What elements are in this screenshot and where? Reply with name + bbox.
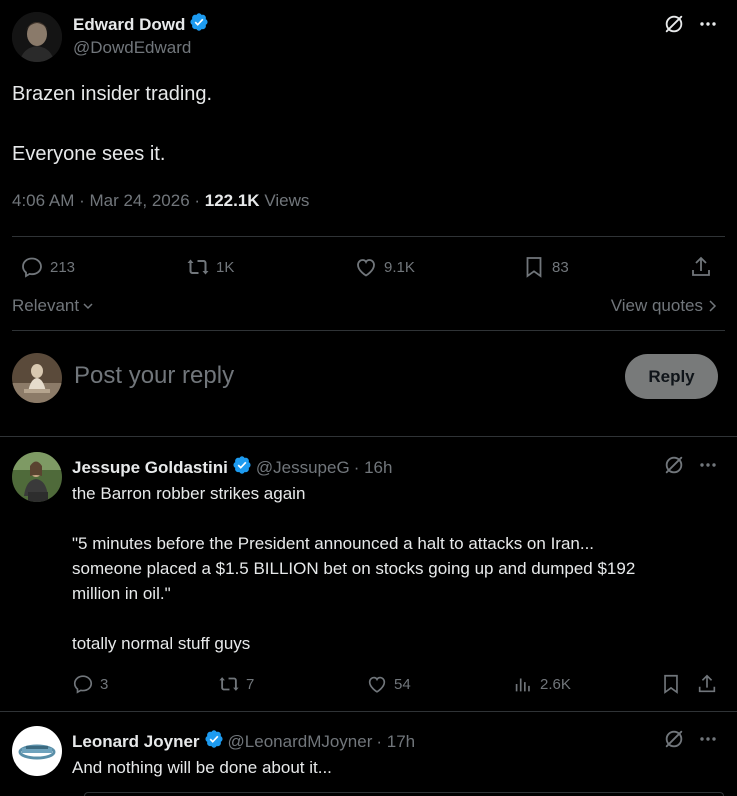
divider	[12, 330, 725, 331]
reply-avatar[interactable]	[12, 726, 62, 776]
reply-icon	[22, 257, 42, 278]
share-icon	[698, 674, 716, 693]
like-count: 9.1K	[384, 258, 415, 276]
bookmark-action[interactable]	[660, 673, 682, 695]
share-action[interactable]	[696, 673, 718, 695]
post-text-line-1: Brazen insider trading.	[12, 83, 213, 105]
post-text-line-2: Everyone sees it.	[12, 143, 166, 165]
heart-icon	[368, 676, 386, 693]
views-count: 122.1K	[204, 191, 260, 210]
sort-dropdown[interactable]: Relevant	[12, 296, 95, 316]
reply-avatar[interactable]	[12, 452, 62, 502]
reply-text-line: "5 minutes before the President announce…	[72, 534, 595, 553]
reply-count: 3	[100, 675, 109, 693]
like-action[interactable]: 54	[366, 673, 411, 695]
verified-badge-icon	[189, 12, 209, 37]
reply-count: 213	[50, 258, 76, 276]
sort-label: Relevant	[12, 296, 80, 315]
repost-count: 7	[246, 675, 255, 693]
reply-action[interactable]: 3	[72, 673, 108, 695]
author-avatar[interactable]	[12, 12, 62, 62]
reply-time[interactable]: · 17h	[376, 732, 415, 752]
repost-icon	[187, 259, 209, 275]
reply-author-handle[interactable]: @LeonardMJoyner	[228, 732, 373, 752]
share-action[interactable]	[689, 255, 713, 279]
grok-icon[interactable]	[662, 453, 686, 477]
reply-author-name[interactable]: Leonard Joyner	[72, 732, 200, 752]
like-count: 54	[394, 675, 411, 693]
more-options-icon[interactable]	[696, 727, 720, 751]
reply-time[interactable]: · 16h	[354, 458, 393, 478]
grok-icon[interactable]	[662, 12, 686, 36]
my-avatar[interactable]	[12, 353, 62, 403]
bookmark-count: 83	[552, 258, 569, 276]
repost-action[interactable]: 7	[218, 673, 254, 695]
view-quotes-link[interactable]: View quotes	[611, 296, 717, 316]
reply-button[interactable]: Reply	[625, 354, 718, 399]
reply-text-line: totally normal stuff guys	[72, 634, 251, 653]
repost-icon	[219, 677, 239, 691]
divider	[0, 436, 737, 437]
views-action[interactable]: 2.6K	[512, 673, 571, 695]
views-label: Views	[259, 191, 310, 210]
reply-text-line: million in oil."	[72, 584, 171, 603]
views-count: 2.6K	[540, 675, 571, 693]
repost-count: 1K	[216, 258, 235, 276]
reply-author-name[interactable]: Jessupe Goldastini	[72, 458, 228, 478]
verified-badge-icon	[204, 729, 224, 754]
reply-icon	[73, 675, 93, 694]
divider	[12, 290, 725, 291]
view-quotes-label: View quotes	[610, 296, 703, 315]
more-options-icon[interactable]	[696, 12, 720, 36]
like-action[interactable]: 9.1K	[354, 255, 415, 279]
repost-action[interactable]: 1K	[186, 255, 234, 279]
reply-author-handle[interactable]: @JessupeG	[256, 458, 350, 478]
post-timestamp[interactable]: 4:06 AM · Mar 24, 2026 ·	[12, 191, 205, 210]
grok-icon[interactable]	[662, 727, 686, 751]
chevron-down-icon	[83, 303, 93, 310]
verified-badge-icon	[232, 455, 252, 480]
chevron-right-icon	[709, 300, 717, 312]
author-name[interactable]: Edward Dowd	[73, 15, 185, 35]
post-meta: 4:06 AM · Mar 24, 2026 · 122.1K Views	[12, 191, 309, 211]
analytics-icon	[515, 678, 530, 692]
author-handle[interactable]: @DowdEdward	[73, 38, 191, 58]
reply-text-line: And nothing will be done about it...	[72, 758, 332, 777]
share-icon	[692, 256, 710, 276]
embedded-card-edge	[84, 792, 724, 796]
reply-text-line: the Barron robber strikes again	[72, 484, 306, 503]
bookmark-action[interactable]: 83	[522, 255, 569, 279]
divider	[12, 236, 725, 237]
bookmark-icon	[664, 674, 678, 694]
heart-icon	[357, 259, 375, 277]
more-options-icon[interactable]	[696, 453, 720, 477]
bookmark-icon	[526, 257, 542, 278]
reply-input[interactable]: Post your reply	[74, 362, 234, 390]
reply-action[interactable]: 213	[20, 255, 75, 279]
reply-text-line: someone placed a $1.5 BILLION bet on sto…	[72, 559, 636, 578]
divider	[0, 711, 737, 712]
